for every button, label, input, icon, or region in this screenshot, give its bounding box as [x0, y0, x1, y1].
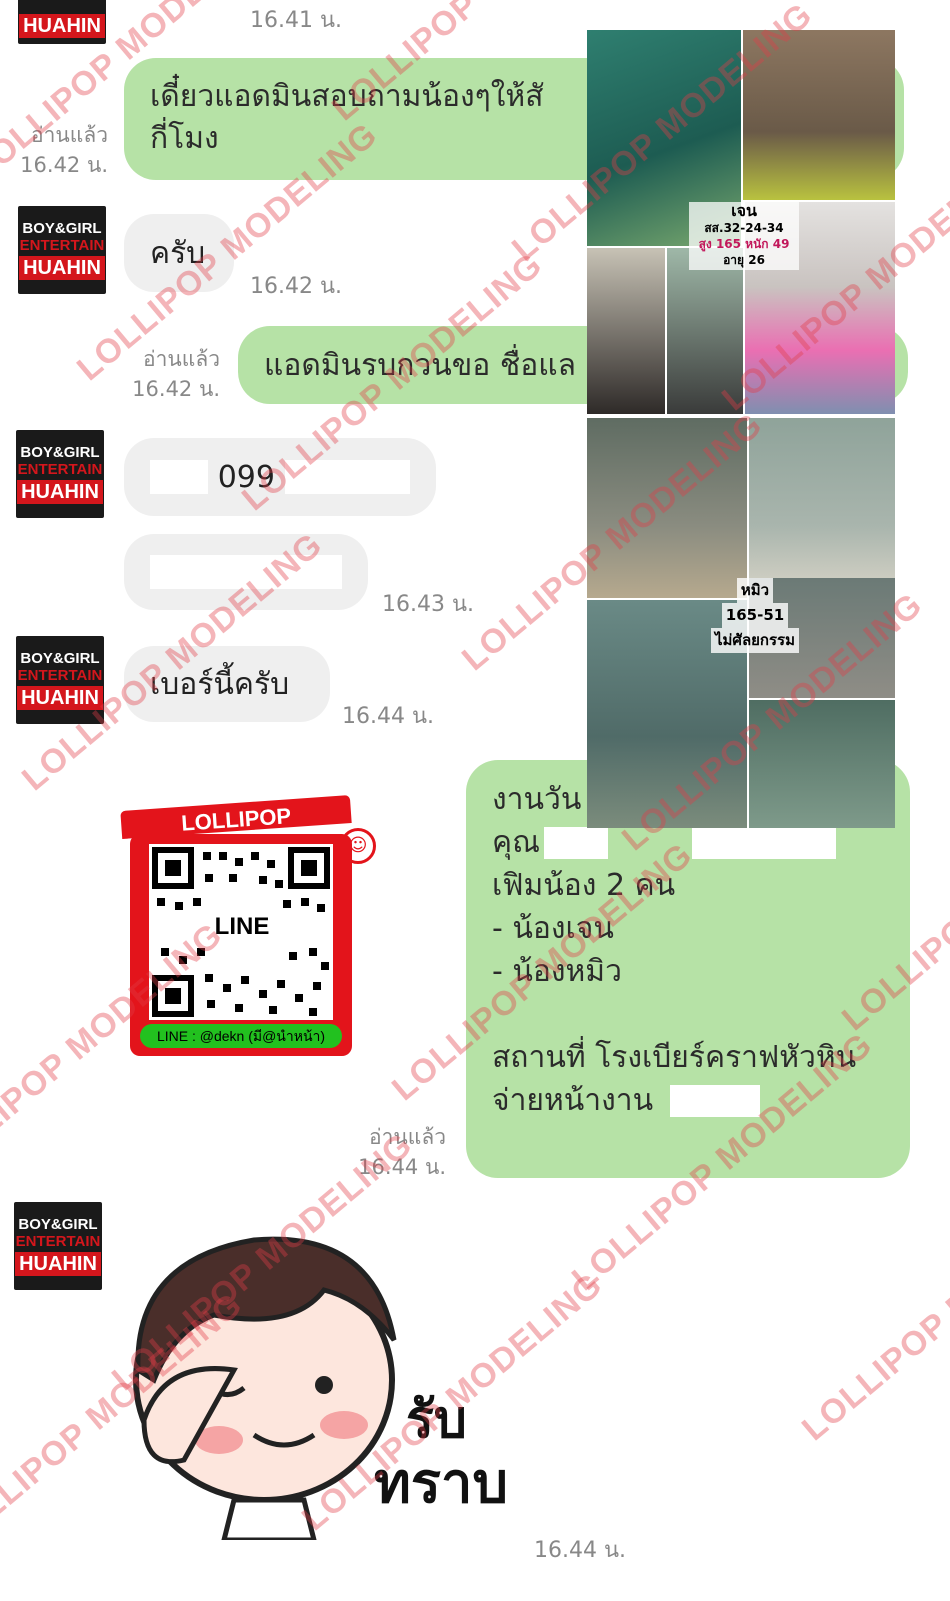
sticker[interactable]: รับ ทราบ [124, 1220, 534, 1550]
label-line: อายุ 26 [723, 253, 765, 267]
avatar-line: ENTERTAIN [17, 667, 103, 684]
avatar[interactable]: BOY&GIRL ENTERTAIN HUAHIN [18, 206, 106, 294]
message-time: 16.43 น. [382, 592, 475, 617]
photo-label-jen: เจน สส.32-24-34 สูง 165 หนัก 49 อายุ 26 [689, 202, 799, 270]
label-line: สส.32-24-34 [704, 221, 784, 235]
avatar-line: HUAHIN [15, 1252, 101, 1276]
watermark: LOLLIPOP MODELING [794, 1175, 950, 1449]
read-label: อ่านแล้ว [143, 347, 220, 371]
photo-tile [749, 418, 895, 598]
message-bubble-incoming[interactable]: ครับ [124, 214, 234, 292]
photo-tile [587, 418, 747, 598]
message-text: 099 [217, 459, 275, 495]
read-label: อ่านแล้ว [369, 1125, 446, 1149]
avatar-line: BOY&GIRL [20, 650, 100, 667]
read-status: อ่านแล้ว 16.42 น. [128, 344, 220, 404]
read-label: อ่านแล้ว [31, 123, 108, 147]
photo-collage-jen[interactable]: เจน สส.32-24-34 สูง 165 หนัก 49 อายุ 26 [587, 30, 895, 414]
avatar-line: HUAHIN [19, 256, 105, 280]
redacted-block [692, 827, 836, 859]
photo-tile [743, 30, 895, 200]
message-line: เฟิมน้อง 2 คน [492, 868, 676, 903]
qr-center-label: LINE [209, 912, 275, 942]
avatar-line: ENTERTAIN [19, 237, 105, 254]
redacted-block [544, 827, 608, 859]
redacted-block [284, 460, 410, 494]
avatar-line: BOY&GIRL [18, 1216, 98, 1233]
avatar[interactable]: BOY&GIRL ENTERTAIN HUAHIN [16, 430, 104, 518]
read-status: อ่านแล้ว 16.42 น. [18, 120, 108, 180]
avatar-line: ENTERTAIN [17, 461, 103, 478]
message-time: 16.44 น. [358, 1155, 446, 1179]
message-text: เบอร์นี้ครับ [150, 666, 290, 702]
photo-tile [749, 700, 895, 828]
redacted-block [150, 460, 208, 494]
avatar-line: BOY&GIRL [22, 220, 102, 237]
avatar-line: BOY&GIRL [20, 444, 100, 461]
avatar[interactable]: BOY&GIRL ENTERTAIN HUAHIN [14, 1202, 102, 1290]
message-line: - น้องหมิว [492, 954, 622, 989]
qr-card[interactable]: LOLLIPOP MODELING ☺ LINE LINE : @dekn (ม… [117, 791, 376, 1058]
sticker-text: รับ [406, 1390, 467, 1450]
redacted-block [670, 1085, 760, 1117]
photo-collage-miw[interactable]: หมิว 165-51 ไม่ศัลยกรรม [587, 418, 895, 828]
message-time: 16.42 น. [20, 153, 108, 177]
label-line: เจน [731, 202, 757, 220]
message-line: - น้องเจน [492, 911, 614, 946]
avatar[interactable]: HUAHIN [18, 0, 106, 44]
message-bubble-incoming[interactable] [124, 534, 368, 610]
qr-footer: LINE : @dekn (มี@นำหน้า) [140, 1024, 342, 1048]
label-line: 165-51 [721, 603, 789, 628]
redacted-block [150, 555, 342, 589]
label-line: ไม่ศัลยกรรม [710, 628, 800, 653]
avatar-line: HUAHIN [17, 686, 103, 710]
message-text: แอดมินรบกวนขอ ชื่อแล [264, 347, 576, 383]
message-text: ครับ [150, 235, 206, 271]
sticker-text: ทราบ [374, 1451, 508, 1516]
message-line [492, 993, 884, 1036]
avatar[interactable]: BOY&GIRL ENTERTAIN HUAHIN [16, 636, 104, 724]
photo-tile [667, 248, 743, 414]
message-line: สถานที่ โรงเบียร์คราฟหัวหิน [492, 1040, 857, 1075]
qr-frame: LINE LINE : @dekn (มี@นำหน้า) [130, 834, 352, 1056]
message-line: จ่ายหน้างาน [492, 1079, 884, 1122]
label-line: สูง 165 หนัก 49 [698, 237, 790, 251]
message-time: 16.42 น. [250, 274, 343, 299]
read-status: อ่านแล้ว 16.44 น. [352, 1122, 446, 1182]
label-line: หมิว [736, 578, 774, 603]
message-text: จ่ายหน้างาน [492, 1083, 654, 1118]
photo-tile [587, 248, 665, 414]
message-time: 16.44 น. [342, 704, 435, 729]
message-bubble-incoming[interactable]: เบอร์นี้ครับ [124, 646, 330, 722]
message-time: 16.41 น. [250, 8, 343, 33]
message-time: 16.44 น. [534, 1538, 627, 1563]
avatar-line: HUAHIN [17, 480, 103, 504]
photo-label-miw: หมิว 165-51 ไม่ศัลยกรรม [701, 578, 809, 660]
message-time: 16.42 น. [132, 377, 220, 401]
message-bubble-incoming[interactable]: 099 [124, 438, 436, 516]
avatar-line: ENTERTAIN [15, 1233, 101, 1250]
avatar-label: HUAHIN [19, 14, 105, 38]
